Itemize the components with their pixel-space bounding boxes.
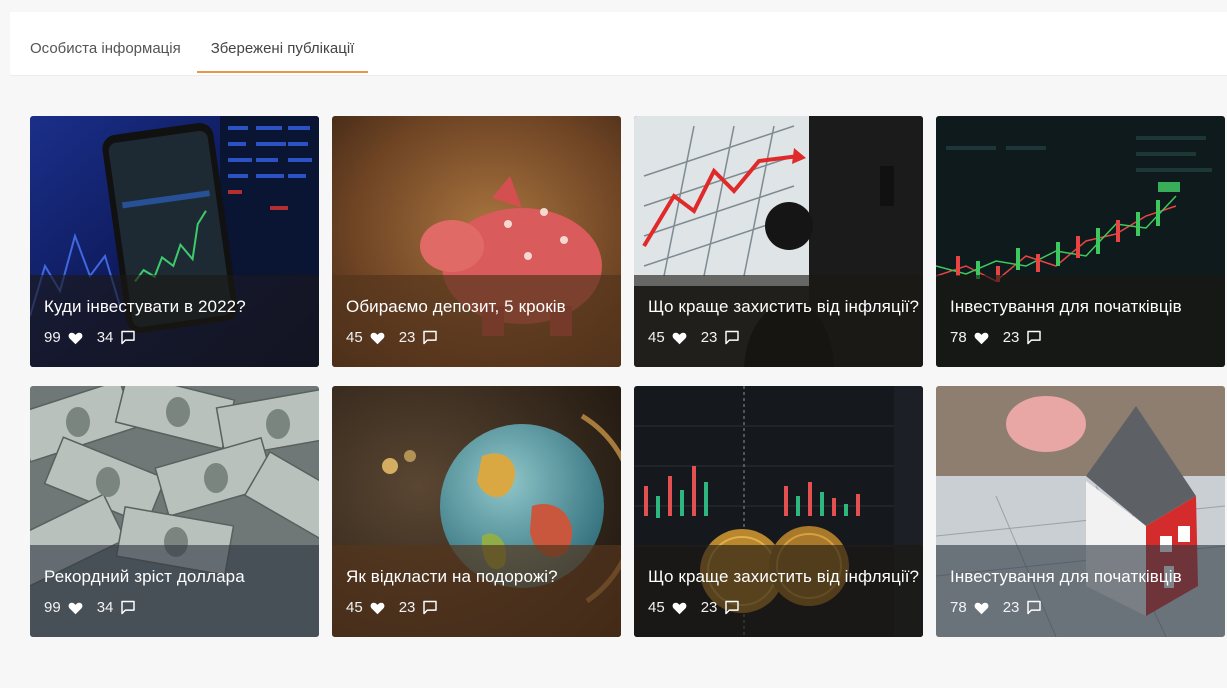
comment-icon[interactable] xyxy=(724,330,740,345)
post-overlay: Куди інвестувати в 2022? 99 34 xyxy=(30,275,319,367)
post-overlay: Інвестування для початківців 78 23 xyxy=(936,275,1225,367)
post-title: Куди інвестувати в 2022? xyxy=(44,297,246,316)
comment-icon[interactable] xyxy=(1026,600,1042,615)
post-stats: 78 23 xyxy=(950,329,1211,346)
comments-count: 34 xyxy=(96,329,114,346)
comments-count: 23 xyxy=(398,329,416,346)
post-card[interactable]: Рекордний зріст доллара 99 34 xyxy=(30,386,319,637)
heart-icon[interactable] xyxy=(370,601,385,615)
tab-saved-posts[interactable]: Збережені публікації xyxy=(196,40,369,73)
likes-count: 45 xyxy=(648,599,665,616)
comments-count: 23 xyxy=(1002,329,1020,346)
likes-count: 78 xyxy=(950,329,967,346)
comments-count: 23 xyxy=(700,599,718,616)
post-overlay: Що краще захистить від інфляції? 45 23 xyxy=(634,545,923,637)
heart-icon[interactable] xyxy=(672,331,687,345)
comment-icon[interactable] xyxy=(422,600,438,615)
likes-count: 45 xyxy=(346,599,363,616)
post-card[interactable]: Куди інвестувати в 2022? 99 34 xyxy=(30,116,319,367)
post-card[interactable]: Інвестування для початківців 78 23 xyxy=(936,386,1225,637)
post-overlay: Як відкласти на подорожі? 45 23 xyxy=(332,545,621,637)
post-stats: 45 23 xyxy=(346,329,607,346)
post-overlay: Обираємо депозит, 5 кроків 45 23 xyxy=(332,275,621,367)
post-stats: 99 34 xyxy=(44,599,305,616)
comments-count: 34 xyxy=(96,599,114,616)
heart-icon[interactable] xyxy=(974,601,989,615)
profile-tabs: Особиста інформація Збережені публікації xyxy=(30,40,398,73)
likes-count: 99 xyxy=(44,599,61,616)
saved-posts-grid: Куди інвестувати в 2022? 99 34 Обираємо … xyxy=(30,116,1225,637)
likes-count: 45 xyxy=(346,329,363,346)
post-title: Що краще захистить від інфляції? xyxy=(648,567,920,586)
post-title: Що краще захистить від інфляції? xyxy=(648,297,920,316)
post-card[interactable]: Що краще захистить від інфляції? 45 23 xyxy=(634,386,923,637)
post-stats: 45 23 xyxy=(346,599,607,616)
comments-count: 23 xyxy=(1002,599,1020,616)
post-title: Рекордний зріст доллара xyxy=(44,567,245,586)
post-title: Як відкласти на подорожі? xyxy=(346,567,558,586)
post-overlay: Інвестування для початківців 78 23 xyxy=(936,545,1225,637)
comment-icon[interactable] xyxy=(120,330,136,345)
heart-icon[interactable] xyxy=(68,331,83,345)
tab-personal-info[interactable]: Особиста інформація xyxy=(30,40,181,73)
post-stats: 45 23 xyxy=(648,599,909,616)
comment-icon[interactable] xyxy=(724,600,740,615)
comment-icon[interactable] xyxy=(1026,330,1042,345)
post-stats: 45 23 xyxy=(648,329,909,346)
post-overlay: Що краще захистить від інфляції? 45 23 xyxy=(634,275,923,367)
comment-icon[interactable] xyxy=(422,330,438,345)
post-stats: 99 34 xyxy=(44,329,305,346)
post-card[interactable]: Як відкласти на подорожі? 45 23 xyxy=(332,386,621,637)
likes-count: 45 xyxy=(648,329,665,346)
comment-icon[interactable] xyxy=(120,600,136,615)
heart-icon[interactable] xyxy=(370,331,385,345)
post-title: Інвестування для початківців xyxy=(950,297,1182,316)
post-card[interactable]: Обираємо депозит, 5 кроків 45 23 xyxy=(332,116,621,367)
heart-icon[interactable] xyxy=(974,331,989,345)
post-overlay: Рекордний зріст доллара 99 34 xyxy=(30,545,319,637)
post-card[interactable]: Що краще захистить від інфляції? 45 23 xyxy=(634,116,923,367)
post-title: Обираємо депозит, 5 кроків xyxy=(346,297,566,316)
heart-icon[interactable] xyxy=(672,601,687,615)
post-title: Інвестування для початківців xyxy=(950,567,1182,586)
comments-count: 23 xyxy=(700,329,718,346)
likes-count: 99 xyxy=(44,329,61,346)
comments-count: 23 xyxy=(398,599,416,616)
post-card[interactable]: Інвестування для початківців 78 23 xyxy=(936,116,1225,367)
likes-count: 78 xyxy=(950,599,967,616)
heart-icon[interactable] xyxy=(68,601,83,615)
post-stats: 78 23 xyxy=(950,599,1211,616)
